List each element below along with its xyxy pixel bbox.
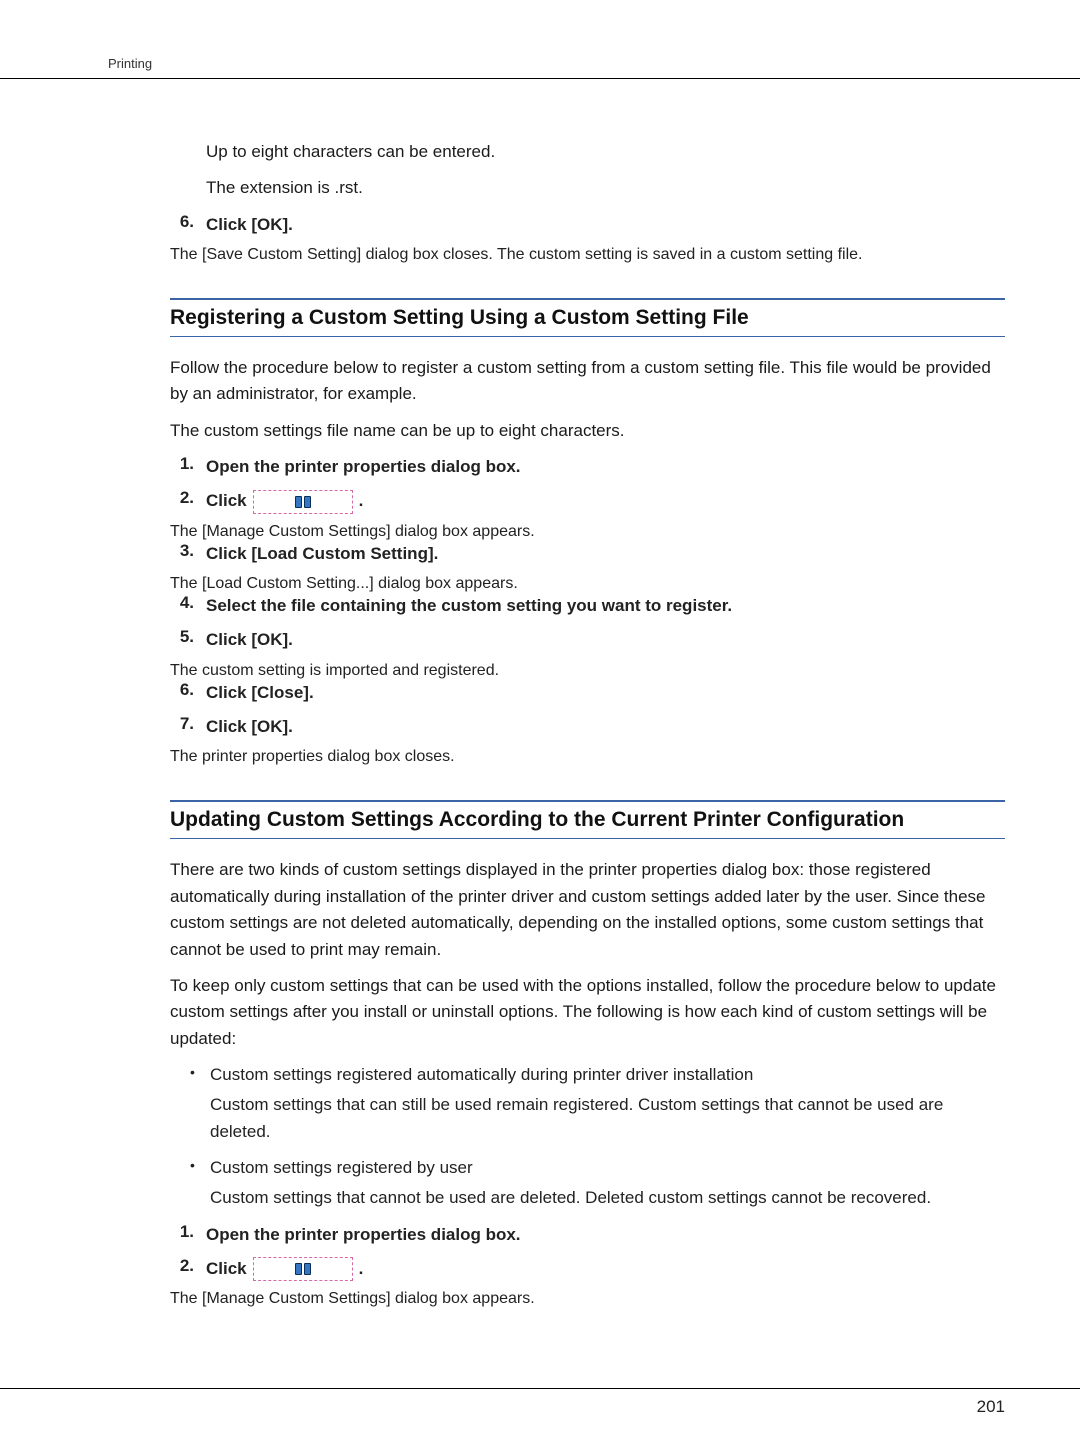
intro-step-list: 6. Click [OK]. xyxy=(170,212,1005,238)
section-title-registering: Registering a Custom Setting Using a Cus… xyxy=(170,298,1005,337)
icon-part xyxy=(304,496,311,508)
list-item: 3. Click [Load Custom Setting]. xyxy=(170,541,1005,567)
step-subtext: The custom setting is imported and regis… xyxy=(170,662,1005,680)
list-item: 1. Open the printer properties dialog bo… xyxy=(170,454,1005,480)
icon-part xyxy=(295,1263,302,1275)
list-item: 2. Click . xyxy=(170,488,1005,514)
section1-para2: The custom settings file name can be up … xyxy=(170,418,1005,444)
page-container: Printing Up to eight characters can be e… xyxy=(0,0,1080,1447)
header-section-label: Printing xyxy=(108,56,152,71)
step-label-text: Click xyxy=(206,1256,247,1282)
step-label-with-icon: Click . xyxy=(206,488,363,514)
section1-steps-cont: 3. Click [Load Custom Setting]. xyxy=(170,541,1005,567)
icon-part xyxy=(295,496,302,508)
page-content: Up to eight characters can be entered. T… xyxy=(0,79,1080,1308)
step-number: 2. xyxy=(170,1256,206,1282)
step-label: Click [OK]. xyxy=(206,212,293,238)
step-number: 1. xyxy=(170,1222,206,1248)
bullet-subtext: Custom settings that cannot be used are … xyxy=(190,1185,1005,1211)
icon-part xyxy=(304,1263,311,1275)
step-label: Click [OK]. xyxy=(206,627,293,653)
manage-custom-settings-icon[interactable] xyxy=(253,490,353,514)
section1-steps: 1. Open the printer properties dialog bo… xyxy=(170,454,1005,515)
step-label: Click [Load Custom Setting]. xyxy=(206,541,438,567)
step-subtext: The [Manage Custom Settings] dialog box … xyxy=(170,523,1005,541)
bullet-item: Custom settings registered automatically… xyxy=(190,1062,1005,1088)
step-label: Click [Close]. xyxy=(206,680,314,706)
step-subtext: The [Load Custom Setting...] dialog box … xyxy=(170,575,1005,593)
section1-steps-cont2: 4. Select the file containing the custom… xyxy=(170,593,1005,654)
step-label: Select the file containing the custom se… xyxy=(206,593,732,619)
list-item: 6. Click [Close]. xyxy=(170,680,1005,706)
section1-para1: Follow the procedure below to register a… xyxy=(170,355,1005,408)
section1-steps-cont3: 6. Click [Close]. 7. Click [OK]. xyxy=(170,680,1005,741)
section-title-updating: Updating Custom Settings According to th… xyxy=(170,800,1005,839)
list-item: 5. Click [OK]. xyxy=(170,627,1005,653)
step-label: Open the printer properties dialog box. xyxy=(206,454,521,480)
step-number: 6. xyxy=(170,680,206,706)
step-trailing: . xyxy=(359,1256,364,1282)
step-subtext: The [Manage Custom Settings] dialog box … xyxy=(170,1290,1005,1308)
bullet-label: Custom settings registered by user xyxy=(210,1158,473,1177)
step-subtext: The [Save Custom Setting] dialog box clo… xyxy=(170,246,1005,264)
bullet-label: Custom settings registered automatically… xyxy=(210,1065,753,1084)
list-item: 7. Click [OK]. xyxy=(170,714,1005,740)
list-item: 6. Click [OK]. xyxy=(170,212,1005,238)
step-number: 7. xyxy=(170,714,206,740)
step-trailing: . xyxy=(359,488,364,514)
step-label-text: Click xyxy=(206,488,247,514)
step-number: 5. xyxy=(170,627,206,653)
icon-inner xyxy=(292,1260,314,1278)
intro-line-1: Up to eight characters can be entered. xyxy=(206,139,1005,165)
list-item: 1. Open the printer properties dialog bo… xyxy=(170,1222,1005,1248)
section2-para1: There are two kinds of custom settings d… xyxy=(170,857,1005,962)
step-label-with-icon: Click . xyxy=(206,1256,363,1282)
step-label: Open the printer properties dialog box. xyxy=(206,1222,521,1248)
step-number: 1. xyxy=(170,454,206,480)
intro-line-2: The extension is .rst. xyxy=(206,175,1005,201)
step-number: 4. xyxy=(170,593,206,619)
bullet-item: Custom settings registered by user xyxy=(190,1155,1005,1181)
page-number: 201 xyxy=(977,1397,1005,1416)
step-number: 3. xyxy=(170,541,206,567)
icon-inner xyxy=(292,493,314,511)
list-item: 2. Click . xyxy=(170,1256,1005,1282)
step-number: 6. xyxy=(170,212,206,238)
step-subtext: The printer properties dialog box closes… xyxy=(170,748,1005,766)
bullet-subtext: Custom settings that can still be used r… xyxy=(190,1092,1005,1145)
page-header: Printing xyxy=(0,55,1080,79)
section2-steps: 1. Open the printer properties dialog bo… xyxy=(170,1222,1005,1283)
intro-block: Up to eight characters can be entered. T… xyxy=(170,139,1005,202)
manage-custom-settings-icon[interactable] xyxy=(253,1257,353,1281)
page-footer: 201 xyxy=(0,1388,1080,1447)
step-number: 2. xyxy=(170,488,206,514)
section2-bullets: Custom settings registered automatically… xyxy=(190,1062,1005,1212)
section2-para2: To keep only custom settings that can be… xyxy=(170,973,1005,1052)
step-label: Click [OK]. xyxy=(206,714,293,740)
list-item: 4. Select the file containing the custom… xyxy=(170,593,1005,619)
